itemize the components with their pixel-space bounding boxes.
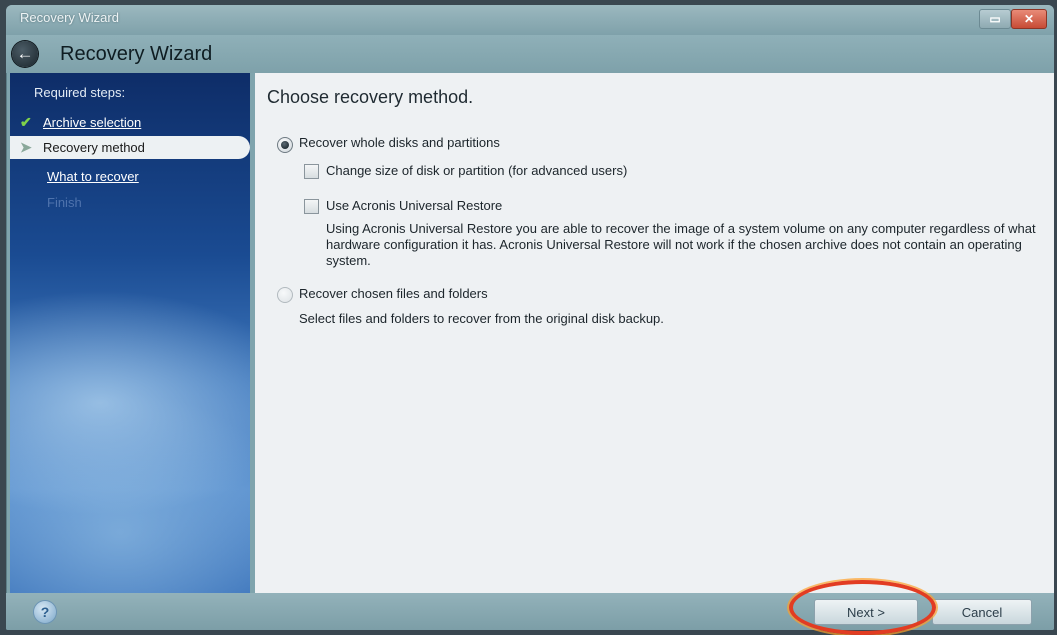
sidebar-item-finish: Finish [10, 191, 250, 214]
universal-restore-description: Using Acronis Universal Restore you are … [326, 221, 1036, 268]
back-arrow-icon[interactable]: ← [12, 41, 38, 67]
sidebar-item-label: Archive selection [43, 115, 142, 130]
sidebar-item-what-to-recover[interactable]: What to recover [10, 165, 250, 188]
sidebar-item-label: Finish [47, 195, 82, 210]
help-icon[interactable]: ? [34, 601, 56, 623]
page-title: Choose recovery method. [267, 87, 474, 107]
restore-icon: ▭ [989, 12, 1001, 26]
content-panel: Choose recovery method. Recover whole di… [255, 73, 1054, 593]
check-icon: ✔ [20, 114, 32, 130]
files-folders-label[interactable]: Recover chosen files and folders [299, 286, 488, 301]
universal-restore-label[interactable]: Use Acronis Universal Restore [326, 198, 502, 213]
cancel-button[interactable]: Cancel [932, 599, 1032, 625]
sidebar-item-archive-selection[interactable]: ✔ Archive selection [10, 111, 250, 134]
arrow-icon: ➤ [20, 139, 32, 155]
universal-restore-checkbox[interactable] [304, 199, 319, 214]
change-size-label[interactable]: Change size of disk or partition (for ad… [326, 163, 627, 178]
whole-disks-radio[interactable] [277, 137, 293, 153]
whole-disks-label[interactable]: Recover whole disks and partitions [299, 135, 500, 150]
next-button[interactable]: Next > [814, 599, 918, 625]
files-folders-description: Select files and folders to recover from… [299, 311, 664, 326]
title-bar[interactable]: Recovery Wizard ▭ ✕ [6, 5, 1054, 35]
sidebar-item-recovery-method[interactable]: ➤ Recovery method [10, 136, 250, 159]
wizard-footer: ? Next > Cancel [6, 593, 1054, 630]
close-button[interactable]: ✕ [1011, 9, 1047, 29]
wizard-header: ← Recovery Wizard [6, 35, 1054, 73]
files-folders-radio[interactable] [277, 287, 293, 303]
next-button-label: Next > [847, 604, 885, 620]
wizard-title: Recovery Wizard [60, 43, 213, 65]
close-icon: ✕ [1023, 12, 1035, 26]
window-title: Recovery Wizard [20, 10, 119, 25]
recovery-wizard-window: Recovery Wizard ▭ ✕ ← Recovery Wizard Re… [6, 5, 1054, 630]
steps-sidebar: Required steps: ✔ Archive selection ➤ Re… [10, 73, 250, 593]
sidebar-item-label: What to recover [47, 169, 139, 184]
sidebar-item-label: Recovery method [43, 140, 145, 155]
sidebar-heading: Required steps: [34, 85, 126, 100]
cancel-button-label: Cancel [961, 604, 1003, 620]
change-size-checkbox[interactable] [304, 164, 319, 179]
restore-button[interactable]: ▭ [979, 9, 1011, 29]
